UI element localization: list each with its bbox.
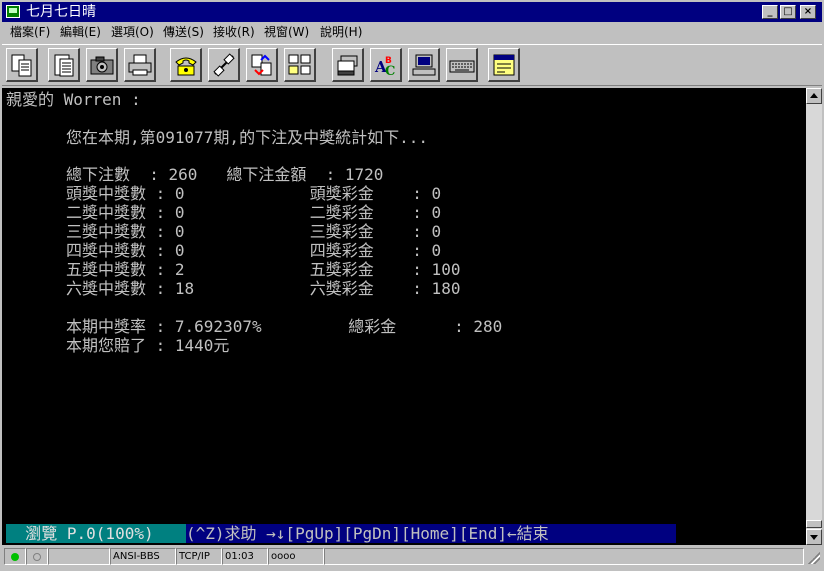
menu-help[interactable]: 說明(H)	[320, 24, 362, 40]
scroll-up-button[interactable]	[806, 88, 822, 104]
window-title: 七月七日晴	[26, 4, 96, 20]
vertical-scrollbar[interactable]	[806, 88, 822, 545]
phone-dial-icon	[175, 57, 197, 76]
menu-receive[interactable]: 接收(R)	[213, 24, 255, 40]
note-icon	[493, 54, 515, 76]
activity-indicator-icon	[33, 553, 41, 561]
prize-row: 頭獎中獎數 : 0 頭獎彩金 : 0	[66, 184, 442, 203]
menu-bar: 檔案(F) 編輯(E) 選項(O) 傳送(S) 接收(R) 視窗(W) 說明(H…	[2, 23, 822, 42]
prize-row: 二獎中獎數 : 0 二獎彩金 : 0	[66, 203, 442, 222]
note-button[interactable]	[488, 48, 520, 82]
emulation-mode: ANSI-BBS	[110, 548, 176, 565]
copy-icon	[11, 54, 32, 77]
capture-button[interactable]	[86, 48, 118, 82]
intro-line: 您在本期,第091077期,的下注及中獎統計如下...	[66, 128, 428, 147]
transfer-icon	[251, 54, 272, 76]
terminal-screen[interactable]: 親愛的 Worren : 您在本期,第091077期,的下注及中獎統計如下...…	[2, 88, 806, 545]
menu-window[interactable]: 視窗(W)	[264, 24, 309, 40]
title-bar[interactable]: 七月七日晴 _ □ ×	[2, 2, 822, 22]
connection-led-cell	[4, 548, 26, 565]
paste-icon	[54, 54, 74, 77]
transfer-button[interactable]	[246, 48, 278, 82]
computer-button[interactable]	[408, 48, 440, 82]
keyboard-icon	[449, 60, 475, 73]
prize-row: 三獎中獎數 : 0 三獎彩金 : 0	[66, 222, 442, 241]
prize-row: 六獎中獎數 : 18 六獎彩金 : 180	[66, 279, 461, 298]
print-button[interactable]	[124, 48, 156, 82]
svg-text:B: B	[385, 56, 392, 66]
menu-edit[interactable]: 編輯(E)	[60, 24, 101, 40]
paste-button[interactable]	[48, 48, 80, 82]
copy-button[interactable]	[6, 48, 38, 82]
resize-grip-icon[interactable]	[808, 552, 820, 564]
stack-icon	[337, 55, 358, 76]
menu-file[interactable]: 檔案(F)	[10, 24, 50, 40]
lock-indicators: oooo	[268, 548, 324, 565]
disconnect-icon	[213, 53, 235, 77]
close-button[interactable]: ×	[800, 5, 816, 19]
menu-send[interactable]: 傳送(S)	[163, 24, 204, 40]
scroll-thumb[interactable]	[806, 520, 822, 528]
stack-button[interactable]	[332, 48, 364, 82]
prize-row: 五獎中獎數 : 2 五獎彩金 : 100	[66, 260, 461, 279]
svg-text:C: C	[385, 64, 395, 78]
toolbar: A C B	[2, 44, 822, 86]
led-cell	[26, 548, 48, 565]
prize-row: 四獎中獎數 : 0 四獎彩金 : 0	[66, 241, 442, 260]
minimize-button[interactable]: _	[762, 5, 778, 19]
rate-line: 本期中獎率 : 7.692307% 總彩金 : 280	[66, 317, 503, 336]
clock-label: 01:03	[222, 548, 268, 565]
disconnect-button[interactable]	[208, 48, 240, 82]
menu-options[interactable]: 選項(O)	[111, 24, 154, 40]
camera-icon	[90, 56, 114, 75]
status-bar: ANSI-BBS TCP/IP 01:03 oooo	[2, 546, 822, 568]
totals-line: 總下注數 : 260 總下注金額 : 1720	[66, 165, 384, 184]
computer-icon	[412, 54, 436, 76]
folder-button[interactable]	[284, 48, 316, 82]
maximize-button[interactable]: □	[780, 5, 796, 19]
keyboard-button[interactable]	[446, 48, 478, 82]
status-empty-cell	[48, 548, 110, 565]
dial-button[interactable]	[170, 48, 202, 82]
greeting-line: 親愛的 Worren :	[6, 90, 141, 109]
print-icon	[128, 54, 152, 76]
connection-indicator-icon	[11, 553, 19, 561]
protocol-label: TCP/IP	[176, 548, 222, 565]
status-message-cell	[324, 548, 804, 565]
key-help-status: (^Z)求助 →↓[PgUp][PgDn][Home][End]←結束	[186, 524, 676, 543]
app-icon[interactable]	[6, 5, 20, 18]
abc-spell-icon: A C B	[374, 56, 395, 78]
spell-button[interactable]: A C B	[370, 48, 402, 82]
folder-icon	[288, 54, 311, 75]
scroll-down-button[interactable]	[806, 529, 822, 545]
browse-status: 瀏覽 P.0(100%)	[6, 524, 186, 543]
loss-line: 本期您賠了 : 1440元	[66, 336, 230, 355]
app-window: 七月七日晴 _ □ × 檔案(F) 編輯(E) 選項(O) 傳送(S) 接收(R…	[0, 0, 824, 571]
